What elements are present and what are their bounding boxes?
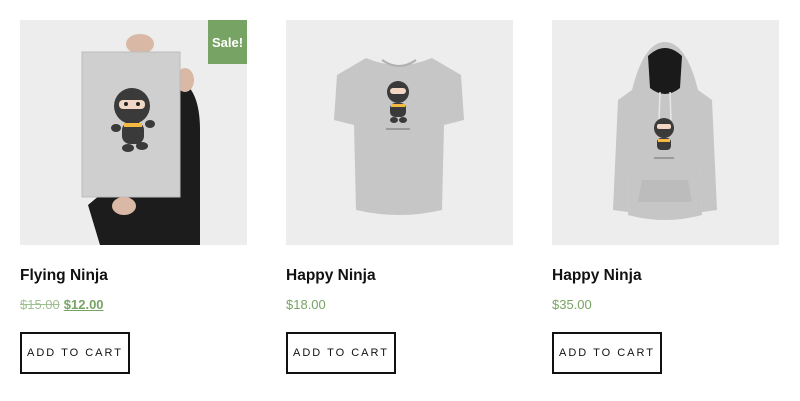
- product-image-link[interactable]: [552, 20, 779, 245]
- product-card: Happy Ninja $35.00 ADD TO CART: [552, 20, 779, 374]
- add-to-cart-button[interactable]: ADD TO CART: [286, 332, 396, 374]
- product-price: $15.00 $12.00: [20, 297, 104, 312]
- product-card: Happy Ninja $18.00 ADD TO CART: [286, 20, 513, 374]
- regular-price: $15.00: [20, 297, 60, 312]
- sale-price: $12.00: [63, 297, 104, 312]
- sale-badge: Sale!: [208, 20, 247, 64]
- add-to-cart-button[interactable]: ADD TO CART: [20, 332, 130, 374]
- product-card: Sale! Flying Ninja $15.00 $12.00 ADD TO C…: [20, 20, 247, 374]
- tshirt-ninja-image: [334, 58, 464, 215]
- product-price: $18.00: [286, 297, 326, 312]
- product-price: $35.00: [552, 297, 592, 312]
- product-title[interactable]: Happy Ninja: [552, 267, 642, 285]
- add-to-cart-button[interactable]: ADD TO CART: [552, 332, 662, 374]
- product-title[interactable]: Flying Ninja: [20, 267, 108, 285]
- product-image-link[interactable]: [286, 20, 513, 245]
- product-image-link[interactable]: Sale!: [20, 20, 247, 245]
- hoodie-ninja-image: [613, 42, 717, 220]
- product-title[interactable]: Happy Ninja: [286, 267, 376, 285]
